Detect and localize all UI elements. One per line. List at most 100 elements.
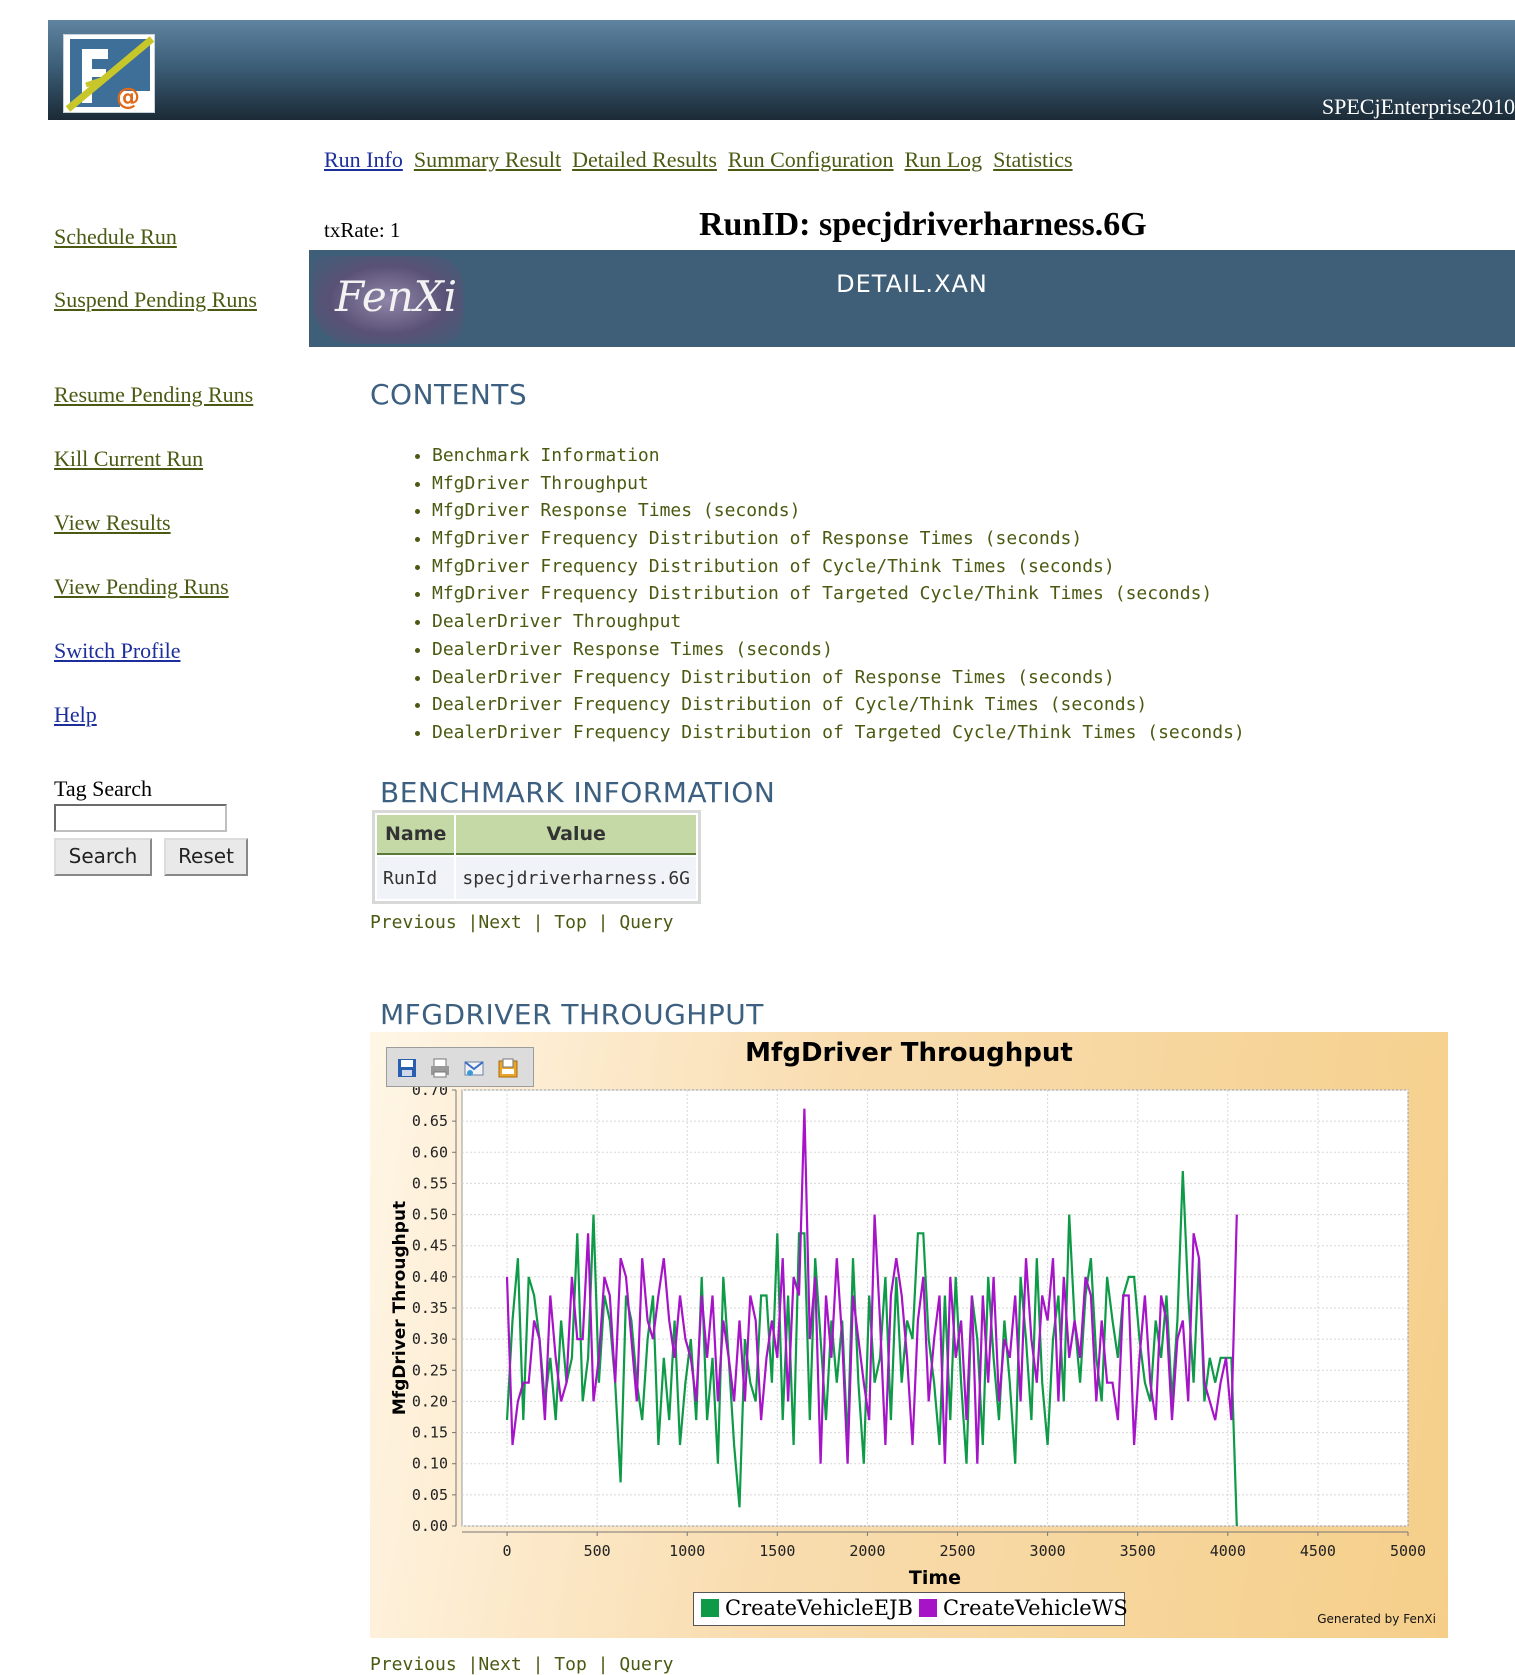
sidebar-item-kill-current-run[interactable]: Kill Current Run [54,444,274,473]
tx-rate: txRate: 1 [324,218,401,242]
contents-item[interactable]: MfgDriver Response Times (seconds) [432,497,1245,525]
contents-item[interactable]: DealerDriver Response Times (seconds) [432,636,1245,664]
x-tick-label: 3000 [1030,1542,1066,1560]
separator: | [597,912,609,933]
header-title: SPECjEnterprise2010 [1321,94,1515,119]
y-tick-label: 0.05 [412,1486,448,1504]
legend-item-ejb: CreateVehicleEJB [701,1596,913,1620]
sidebar-item-help[interactable]: Help [54,700,274,729]
query-link[interactable]: Query [619,1654,673,1675]
y-tick-label: 0.15 [412,1424,448,1442]
x-tick-label: 3500 [1120,1542,1156,1560]
section-nav: Previous |Next | Top | Query [370,1654,674,1675]
export-icon[interactable] [497,1057,519,1079]
email-icon[interactable] [463,1057,485,1079]
contents-item[interactable]: Benchmark Information [432,442,1245,470]
throughput-chart: 0 500 1000 1500 2000 2500 3000 3500 4000 4500 5000… [370,1032,1448,1638]
y-tick-label: 0.30 [412,1330,448,1348]
y-tick-label: 0.25 [412,1361,448,1379]
legend-swatch-ejb [701,1599,719,1617]
sidebar-item-switch-profile[interactable]: Switch Profile [54,636,274,665]
run-tabs: Run Info Summary Result Detailed Results Ru… [324,147,1084,173]
contents-list: Benchmark InformationMfgDriver Throughpu… [410,442,1245,747]
tab-summary-result[interactable]: Summary Result [414,147,561,172]
y-axis-label: MfgDriver Throughput [390,1201,410,1415]
table-row: RunId specjdriverharness.6G [377,857,696,899]
query-link[interactable]: Query [619,912,673,933]
contents-item[interactable]: DealerDriver Frequency Distribution of R… [432,664,1245,692]
chart-toolbar [386,1047,534,1087]
chart-canvas: 0 500 1000 1500 2000 2500 3000 3500 4000 4500 5000… [390,1081,1426,1589]
tab-statistics[interactable]: Statistics [993,147,1072,172]
reset-button[interactable]: Reset [164,838,248,876]
run-id-title: RunID: specjdriverharness.6G [699,206,1147,243]
save-icon[interactable] [396,1057,418,1079]
y-tick-label: 0.60 [412,1143,448,1161]
column-header-name: Name [377,815,455,855]
next-link[interactable]: Next [478,1654,521,1675]
tag-search-label: Tag Search [54,776,153,801]
contents-item[interactable]: DealerDriver Frequency Distribution of T… [432,719,1245,747]
sidebar-item-schedule-run[interactable]: Schedule Run [54,222,274,251]
x-tick-label: 4500 [1300,1542,1336,1560]
y-tick-label: 0.50 [412,1206,448,1224]
sidebar-item-resume-pending-runs[interactable]: Resume Pending Runs [54,380,274,409]
cell-name: RunId [377,857,455,899]
benchmark-table: Name Value RunId specjdriverharness.6G [372,810,701,904]
section-nav: Previous |Next | Top | Query [370,912,674,933]
y-tick-label: 0.20 [412,1392,448,1410]
contents-item[interactable]: DealerDriver Throughput [432,608,1245,636]
column-header-value: Value [456,815,696,855]
legend-item-ws: CreateVehicleWS [919,1596,1128,1620]
y-tick-label: 0.35 [412,1299,448,1317]
y-tick-label: 0.10 [412,1455,448,1473]
detail-title: DETAIL.XAN [836,270,988,298]
y-tick-label: 0.45 [412,1237,448,1255]
x-tick-label: 2500 [939,1542,975,1560]
x-tick-label: 1000 [669,1542,705,1560]
x-tick-label: 1500 [759,1542,795,1560]
legend-swatch-ws [919,1599,937,1617]
sidebar-item-view-pending-runs[interactable]: View Pending Runs [54,572,274,601]
tab-detailed-results[interactable]: Detailed Results [572,147,717,172]
separator: | [532,1654,544,1675]
next-link[interactable]: Next [478,912,521,933]
app-header: @ SPECjEnterprise2010 [48,20,1515,120]
x-tick-label: 0 [503,1542,512,1560]
top-link[interactable]: Top [554,912,587,933]
legend-label-ws: CreateVehicleWS [943,1596,1128,1620]
legend-label-ejb: CreateVehicleEJB [725,1596,913,1620]
benchmark-heading: BENCHMARK INFORMATION [380,776,776,809]
print-icon[interactable] [429,1057,451,1079]
contents-heading: CONTENTS [370,378,528,411]
generated-by-label: Generated by FenXi [1317,1612,1436,1626]
x-tick-label: 2000 [849,1542,885,1560]
faban-logo[interactable]: @ [63,34,155,113]
previous-link[interactable]: Previous [370,1654,457,1675]
tab-run-log[interactable]: Run Log [905,147,983,172]
separator: | [532,912,544,933]
sidebar-item-suspend-pending-runs[interactable]: Suspend Pending Runs [54,285,274,314]
separator: | [467,912,479,933]
contents-item[interactable]: MfgDriver Frequency Distribution of Targ… [432,580,1245,608]
contents-item[interactable]: MfgDriver Frequency Distribution of Resp… [432,525,1245,553]
y-tick-label: 0.00 [412,1517,448,1535]
contents-item[interactable]: DealerDriver Frequency Distribution of C… [432,691,1245,719]
tag-search-input[interactable] [54,804,227,832]
tab-run-info[interactable]: Run Info [324,147,403,172]
contents-item[interactable]: MfgDriver Throughput [432,470,1245,498]
detail-banner: FenXi DETAIL.XAN [309,250,1515,347]
throughput-heading: MFGDRIVER THROUGHPUT [380,998,764,1031]
x-tick-label: 500 [584,1542,611,1560]
previous-link[interactable]: Previous [370,912,457,933]
search-button[interactable]: Search [54,838,152,876]
top-link[interactable]: Top [554,1654,587,1675]
chart-legend: CreateVehicleEJB CreateVehicleWS [693,1592,1128,1626]
x-tick-label: 4000 [1210,1542,1246,1560]
tab-run-configuration[interactable]: Run Configuration [728,147,894,172]
y-tick-label: 0.40 [412,1268,448,1286]
y-tick-label: 0.65 [412,1112,448,1130]
separator: | [597,1654,609,1675]
sidebar-item-view-results[interactable]: View Results [54,508,274,537]
contents-item[interactable]: MfgDriver Frequency Distribution of Cycl… [432,553,1245,581]
